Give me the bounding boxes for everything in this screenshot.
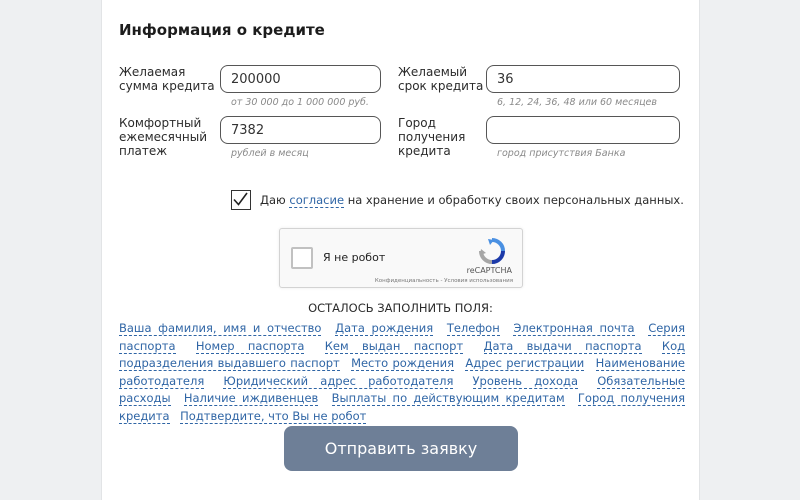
recaptcha-label: Я не робот (323, 251, 386, 264)
consent-link[interactable]: согласие (289, 193, 345, 208)
term-label-line1: Желаемый (398, 65, 468, 79)
recaptcha-brand: reCAPTCHA (466, 266, 512, 275)
remaining-fields-title: ОСТАЛОСЬ ЗАПОЛНИТЬ ПОЛЯ: (308, 301, 493, 315)
credit-form-card: Информация о кредите Желаемая сумма кред… (101, 0, 700, 500)
recaptcha-checkbox[interactable] (291, 247, 313, 269)
remaining-field-link[interactable]: Телефон (446, 321, 500, 336)
payment-label-line1: Комфортный (119, 116, 202, 130)
consent-text-before: Даю (260, 193, 290, 207)
recaptcha-widget: Я не робот reCAPTCHA Конфиденциальность … (279, 228, 523, 288)
remaining-field-link[interactable]: Адрес регистрации (465, 356, 585, 371)
remaining-field-link[interactable]: Выплаты по действующим кредитам (331, 391, 565, 406)
term-label: Желаемый срок кредита (398, 65, 483, 93)
city-label-line3: кредита (398, 144, 451, 158)
remaining-field-link[interactable]: Уровень дохода (472, 373, 579, 389)
remaining-field-link[interactable]: Кем выдан паспорт (324, 338, 464, 354)
remaining-field-link[interactable]: Дата рождения (335, 321, 434, 336)
remaining-field-link[interactable]: Место рождения (351, 356, 455, 371)
recaptcha-logo-icon (479, 238, 505, 264)
amount-input[interactable] (220, 65, 381, 93)
city-label: Город получения кредита (398, 116, 465, 158)
payment-input[interactable] (220, 116, 381, 144)
payment-label-line2: ежемесячный (119, 130, 208, 144)
term-hint: 6, 12, 24, 36, 48 или 60 месяцев (497, 97, 657, 108)
payment-hint: рублей в месяц (231, 148, 309, 159)
amount-label-line2: сумма кредита (119, 79, 215, 93)
remaining-field-link[interactable]: Номер паспорта (195, 338, 305, 354)
remaining-field-link[interactable]: Подтвердите, что Вы не робот (180, 408, 367, 424)
remaining-field-link[interactable]: Юридический адрес работодателя (223, 373, 454, 389)
city-input[interactable] (486, 116, 680, 144)
remaining-field-link[interactable]: Ваша фамилия, имя и отчество (119, 321, 322, 336)
form-title: Информация о кредите (119, 21, 325, 39)
remaining-field-link[interactable]: Наличие иждивенцев (183, 391, 319, 406)
city-hint: город присутствия Банка (497, 148, 626, 159)
remaining-field-link[interactable]: Дата выдачи паспорта (483, 338, 642, 354)
consent-text: Даю согласие на хранение и обработку сво… (260, 193, 684, 208)
amount-hint: от 30 000 до 1 000 000 руб. (231, 97, 369, 108)
consent-checkbox[interactable] (231, 190, 251, 210)
term-label-line2: срок кредита (398, 79, 484, 93)
payment-label: Комфортный ежемесячный платеж (119, 116, 207, 158)
city-label-line1: Город (398, 116, 436, 130)
term-input[interactable] (486, 65, 680, 93)
remaining-field-link[interactable]: Электронная почта (513, 321, 635, 336)
city-label-line2: получения (398, 130, 466, 144)
recaptcha-terms[interactable]: Конфиденциальность - Условия использован… (375, 278, 513, 284)
remaining-fields-list: Ваша фамилия, имя и отчество Дата рожден… (119, 320, 686, 425)
amount-label-line1: Желаемая (119, 65, 186, 79)
submit-button[interactable]: Отправить заявку (284, 426, 518, 471)
payment-label-line3: платеж (119, 144, 168, 158)
consent-text-after: на хранение и обработку своих персональн… (344, 193, 684, 207)
amount-label: Желаемая сумма кредита (119, 65, 215, 93)
checkmark-icon (233, 192, 248, 206)
